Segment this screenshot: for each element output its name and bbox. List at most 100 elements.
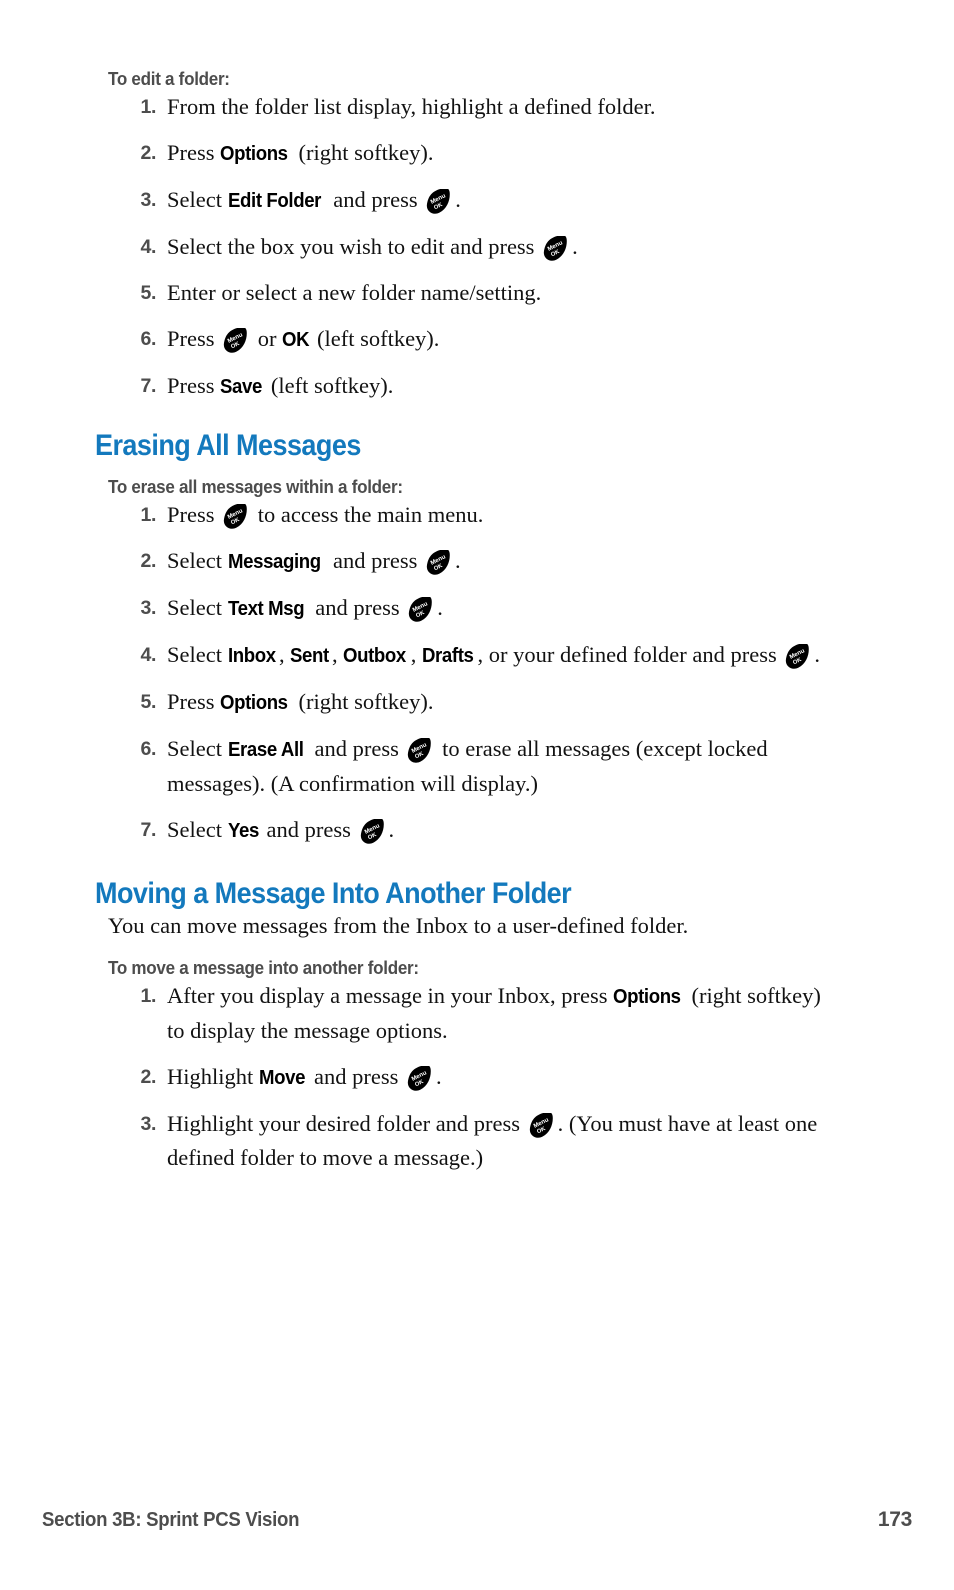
footer-inner: Section 3B: Sprint PCS Vision 173 bbox=[42, 1508, 912, 1532]
list-item-text: , or your defined folder and press bbox=[477, 641, 783, 667]
list-item-text: Select bbox=[167, 187, 228, 212]
keyword-term: Save bbox=[220, 376, 263, 398]
list-item-text: and press bbox=[309, 594, 406, 620]
page-footer: Section 3B: Sprint PCS Vision 173 bbox=[0, 1470, 954, 1590]
keyword-term: Text Msg bbox=[227, 597, 305, 620]
subheading-to-erase-all-messages: To erase all messages within a folder: bbox=[108, 475, 403, 497]
footer-section-label: Section 3B: Sprint PCS Vision bbox=[42, 1509, 300, 1531]
list-item: 3. Select Edit Folder and press Menu OK. bbox=[0, 183, 954, 218]
keyword-term: Sent bbox=[290, 644, 330, 667]
menu-ok-key-icon: Menu OK bbox=[527, 1113, 557, 1138]
list-item-text: (left softkey). bbox=[311, 326, 440, 351]
list-item-text: . bbox=[455, 187, 461, 212]
keyword-term: Move bbox=[258, 1067, 305, 1089]
list-item: 7. Select Yes and press Menu OK. bbox=[0, 813, 954, 848]
list-item: 1. Press Menu OK to access the main menu. bbox=[0, 498, 954, 532]
list-item: 4. Select Inbox, Sent, Outbox, Drafts, or… bbox=[0, 638, 954, 673]
list-item-text: (right softkey). bbox=[292, 688, 434, 714]
list-item-number: 5. bbox=[140, 690, 157, 713]
list-item-text: Press bbox=[167, 326, 221, 351]
menu-ok-key-icon: Menu OK bbox=[405, 737, 435, 763]
list-item-text: or bbox=[252, 326, 283, 351]
list-item: 6. Press Menu OK or OK (left softkey). bbox=[0, 322, 954, 357]
steps-list-move-message: 1. After you display a message in your In… bbox=[0, 979, 954, 1175]
section-2-heading-wrap: Moving a Message Into Another Folder bbox=[95, 877, 914, 910]
list-item-number: 2. bbox=[140, 142, 157, 164]
keyword-term: Edit Folder bbox=[227, 190, 321, 212]
list-item-text: , bbox=[278, 641, 291, 667]
list-item-number: 4. bbox=[140, 236, 157, 258]
list-item: 1. From the folder list display, highligh… bbox=[0, 90, 954, 124]
list-item-text: Highlight your desired folder and press bbox=[167, 1111, 526, 1136]
list-item: 5. Press Options (right softkey). bbox=[0, 685, 954, 720]
section-0-subheading-wrap: To edit a folder: bbox=[108, 68, 914, 90]
list-item-text: Press bbox=[167, 688, 221, 714]
list-item-text: and press bbox=[327, 547, 423, 573]
steps-list-edit-folder: 1. From the folder list display, highligh… bbox=[0, 90, 954, 404]
list-item-text: Press bbox=[167, 140, 221, 165]
list-item: 5. Enter or select a new folder name/sett… bbox=[0, 276, 954, 310]
list-item-text: Select the box you wish to edit and pres… bbox=[167, 234, 541, 259]
manual-page: To edit a folder: 1. From the folder list… bbox=[0, 0, 954, 1590]
list-item-number: 7. bbox=[140, 818, 157, 841]
list-item-text: Enter or select a new folder name/settin… bbox=[167, 280, 542, 305]
keyword-term: Messaging bbox=[227, 550, 321, 573]
list-item-text: , bbox=[410, 641, 423, 667]
list-item-text: Highlight bbox=[167, 1064, 259, 1089]
list-item-text: Select bbox=[167, 547, 228, 573]
list-item-text: . bbox=[437, 594, 443, 620]
section-1-subheading-wrap: To erase all messages within a folder: bbox=[108, 476, 914, 498]
footer-page-number: 173 bbox=[877, 1508, 912, 1531]
keyword-term: Options bbox=[220, 143, 288, 165]
keyword-term: OK bbox=[282, 329, 310, 351]
section-1-heading-wrap: Erasing All Messages bbox=[95, 430, 914, 462]
list-item-number: 1. bbox=[140, 96, 157, 118]
list-item-number: 3. bbox=[140, 1113, 157, 1135]
keyword-term: Drafts bbox=[422, 644, 474, 667]
list-item-text: Select bbox=[167, 816, 228, 842]
list-item: 2. Select Messaging and press Menu OK. bbox=[0, 544, 954, 579]
list-item-number: 1. bbox=[140, 985, 157, 1007]
list-item-text: . bbox=[572, 234, 578, 259]
top-margin-spacer bbox=[0, 0, 954, 68]
list-item-text: Select bbox=[167, 735, 228, 761]
list-item-text: . bbox=[454, 547, 461, 573]
list-item-text: . bbox=[436, 1064, 442, 1089]
list-item: 4. Select the box you wish to edit and pr… bbox=[0, 230, 954, 264]
list-item: 1. After you display a message in your In… bbox=[0, 979, 954, 1048]
page-content: To edit a folder: 1. From the folder list… bbox=[0, 0, 954, 1175]
section-2-subheading-wrap: To move a message into another folder: bbox=[108, 957, 914, 979]
list-item-number: 6. bbox=[140, 737, 157, 760]
steps-list-erase-all: 1. Press Menu OK to access the main menu. 2… bbox=[0, 498, 954, 848]
heading-erasing-all-messages: Erasing All Messages bbox=[95, 429, 361, 462]
menu-ok-key-icon: Menu OK bbox=[783, 643, 813, 669]
menu-ok-key-icon: Menu OK bbox=[358, 818, 388, 844]
list-item-text: to access the main menu. bbox=[252, 501, 484, 527]
keyword-term: Yes bbox=[227, 819, 259, 842]
list-item-number: 7. bbox=[140, 375, 157, 397]
list-item-text: . bbox=[814, 641, 820, 667]
list-item-number: 4. bbox=[140, 643, 157, 666]
menu-ok-key-icon: Menu OK bbox=[541, 236, 571, 261]
list-item-text: and press bbox=[308, 1064, 405, 1089]
list-item-number: 2. bbox=[140, 1066, 157, 1088]
list-item-text: After you display a message in your Inbo… bbox=[167, 983, 614, 1008]
list-item-text: . bbox=[388, 816, 395, 842]
list-item-number: 1. bbox=[140, 503, 157, 526]
list-item-text: Press bbox=[167, 501, 221, 527]
subheading-to-move-a-message: To move a message into another folder: bbox=[108, 957, 419, 978]
keyword-term: Options bbox=[613, 986, 681, 1008]
list-item-text: and press bbox=[327, 187, 424, 212]
list-item-text: and press bbox=[308, 735, 405, 761]
keyword-term: Outbox bbox=[343, 644, 407, 667]
menu-ok-key-icon: Menu OK bbox=[405, 1066, 435, 1091]
list-item-text: Select bbox=[167, 594, 228, 620]
list-item-number: 3. bbox=[140, 596, 157, 619]
intro-paragraph-moving-message: You can move messages from the Inbox to … bbox=[108, 913, 689, 938]
list-item-text: and press bbox=[260, 816, 357, 842]
list-item: 6. Select Erase All and press Menu OK to e… bbox=[0, 732, 954, 801]
list-item-text: Press bbox=[167, 373, 221, 398]
list-item: 3. Highlight your desired folder and pres… bbox=[0, 1107, 954, 1175]
list-item-number: 6. bbox=[140, 328, 157, 350]
subheading-to-edit-a-folder: To edit a folder: bbox=[108, 68, 230, 89]
